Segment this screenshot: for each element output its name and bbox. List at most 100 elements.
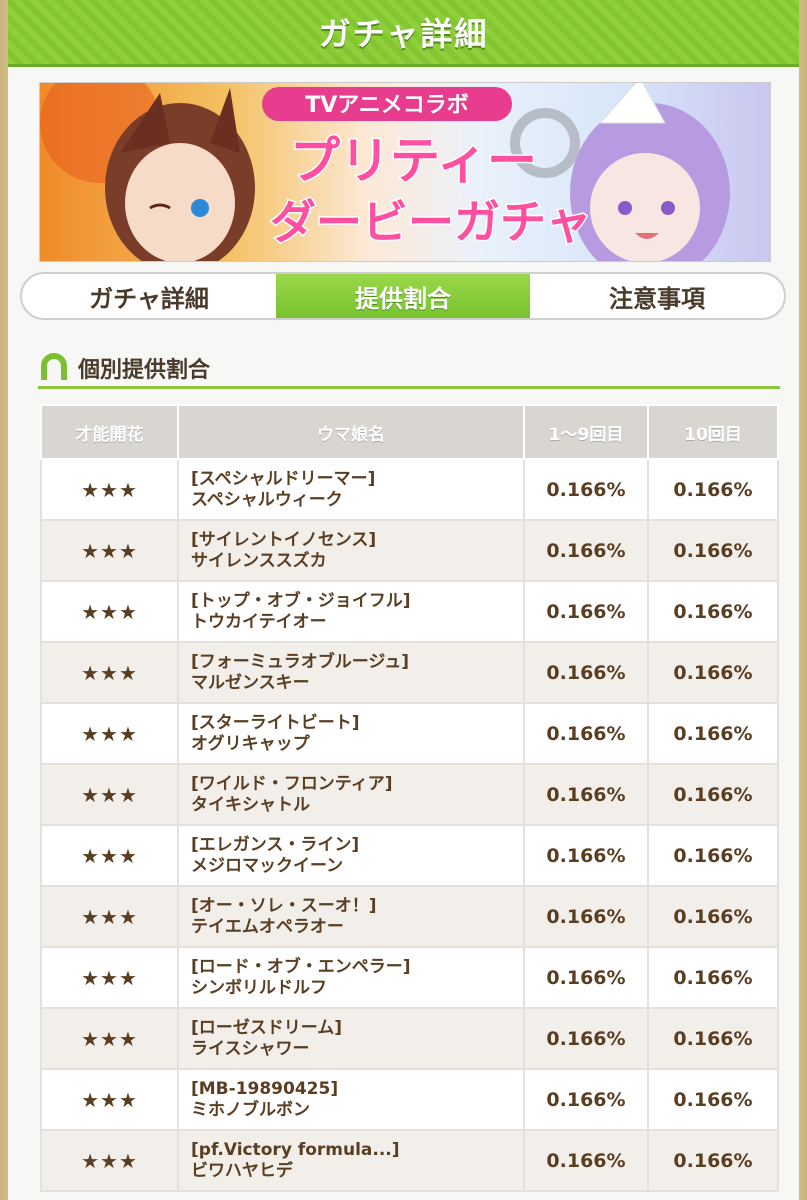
rate-1-9: 0.166% [523, 824, 649, 887]
outfit-name: [フォーミュラオブルージュ] [191, 651, 410, 672]
rate-10: 0.166% [647, 519, 779, 582]
rarity-stars: ★★★ [40, 702, 179, 765]
rate-10: 0.166% [647, 763, 779, 826]
rarity-stars: ★★★ [40, 946, 179, 1009]
character-cell: [スペシャルドリーマー] スペシャルウィーク [177, 458, 525, 521]
table-row: ★★★ [サイレントイノセンス] サイレンススズカ 0.166% 0.166% [40, 519, 779, 582]
character-cell: [トップ・オブ・ジョイフル] トウカイテイオー [177, 580, 525, 643]
col-header-rarity: 才能開花 [40, 404, 179, 460]
rate-10: 0.166% [647, 1007, 779, 1070]
rates-table: 才能開花 ウマ娘名 1～9回目 10回目 ★★★ [スペシャルドリーマー] スペシャ… [40, 404, 779, 1192]
outfit-name: [オー・ソレ・スーオ！] [191, 895, 377, 916]
outfit-name: [ロード・オブ・エンペラー] [191, 956, 411, 977]
rarity-stars: ★★★ [40, 1068, 179, 1131]
rate-1-9: 0.166% [523, 946, 649, 1009]
col-header-rate-1-9: 1～9回目 [523, 404, 649, 460]
character-cell: [ロード・オブ・エンペラー] シンボリルドルフ [177, 946, 525, 1009]
rarity-stars: ★★★ [40, 885, 179, 948]
col-header-rate-10: 10回目 [647, 404, 779, 460]
banner-title-line1: プリティー [290, 132, 537, 190]
table-row: ★★★ [pf.Victory formula...] ビワハヤヒデ 0.166% 0.… [40, 1129, 779, 1192]
col-header-name: ウマ娘名 [177, 404, 525, 460]
outfit-name: [pf.Victory formula...] [191, 1139, 400, 1160]
character-name: タイキシャトル [191, 794, 310, 815]
table-row: ★★★ [スペシャルドリーマー] スペシャルウィーク 0.166% 0.166% [40, 458, 779, 521]
rate-1-9: 0.166% [523, 580, 649, 643]
rate-10: 0.166% [647, 702, 779, 765]
table-row: ★★★ [エレガンス・ライン] メジロマックイーン 0.166% 0.166% [40, 824, 779, 887]
character-cell: [ローゼスドリーム] ライスシャワー [177, 1007, 525, 1070]
rate-10: 0.166% [647, 1129, 779, 1192]
rate-10: 0.166% [647, 458, 779, 521]
character-name: サイレンススズカ [191, 550, 327, 571]
rate-10: 0.166% [647, 946, 779, 1009]
banner-art: TVアニメコラボ プリティー ダービーガチャ [40, 83, 730, 261]
character-name: ライスシャワー [191, 1038, 310, 1059]
rate-1-9: 0.166% [523, 1068, 649, 1131]
outfit-name: [ワイルド・フロンティア] [191, 773, 393, 794]
rarity-stars: ★★★ [40, 458, 179, 521]
page-title: ガチャ詳細 [318, 15, 489, 53]
tab-rates[interactable]: 提供割合 [276, 274, 530, 318]
rate-1-9: 0.166% [523, 702, 649, 765]
rarity-stars: ★★★ [40, 580, 179, 643]
outfit-name: [MB-19890425] [191, 1078, 339, 1099]
character-name: ビワハヤヒデ [191, 1160, 293, 1181]
rate-10: 0.166% [647, 824, 779, 887]
banner-tag: TVアニメコラボ [305, 93, 469, 118]
table-row: ★★★ [MB-19890425] ミホノブルボン 0.166% 0.166% [40, 1068, 779, 1131]
character-name: トウカイテイオー [191, 611, 327, 632]
rarity-stars: ★★★ [40, 763, 179, 826]
section-header: 個別提供割合 [38, 350, 780, 389]
table-row: ★★★ [ロード・オブ・エンペラー] シンボリルドルフ 0.166% 0.166% [40, 946, 779, 1009]
table-row: ★★★ [ローゼスドリーム] ライスシャワー 0.166% 0.166% [40, 1007, 779, 1070]
tab-bar: ガチャ詳細 提供割合 注意事項 [20, 272, 786, 320]
outfit-name: [エレガンス・ライン] [191, 834, 360, 855]
table-row: ★★★ [オー・ソレ・スーオ！] テイエムオペラオー 0.166% 0.166% [40, 885, 779, 948]
rate-1-9: 0.166% [523, 641, 649, 704]
rate-1-9: 0.166% [523, 458, 649, 521]
character-cell: [スターライトビート] オグリキャップ [177, 702, 525, 765]
outfit-name: [ローゼスドリーム] [191, 1017, 343, 1038]
rate-1-9: 0.166% [523, 519, 649, 582]
rate-10: 0.166% [647, 641, 779, 704]
rate-10: 0.166% [647, 885, 779, 948]
character-name: スペシャルウィーク [191, 489, 343, 510]
rarity-stars: ★★★ [40, 1129, 179, 1192]
rarity-stars: ★★★ [40, 641, 179, 704]
rate-1-9: 0.166% [523, 885, 649, 948]
character-cell: [オー・ソレ・スーオ！] テイエムオペラオー [177, 885, 525, 948]
rate-1-9: 0.166% [523, 1129, 649, 1192]
tab-notes[interactable]: 注意事項 [530, 274, 784, 318]
banner-title-line2: ダービーガチャ [270, 195, 592, 249]
table-row: ★★★ [トップ・オブ・ジョイフル] トウカイテイオー 0.166% 0.166% [40, 580, 779, 643]
horseshoe-icon [41, 353, 67, 380]
character-cell: [フォーミュラオブルージュ] マルゼンスキー [177, 641, 525, 704]
gacha-banner: TVアニメコラボ プリティー ダービーガチャ [39, 82, 771, 262]
character-cell: [pf.Victory formula...] ビワハヤヒデ [177, 1129, 525, 1192]
character-name: オグリキャップ [191, 733, 310, 754]
character-cell: [MB-19890425] ミホノブルボン [177, 1068, 525, 1131]
rarity-stars: ★★★ [40, 1007, 179, 1070]
header-bar: ガチャ詳細 [8, 0, 799, 67]
character-cell: [エレガンス・ライン] メジロマックイーン [177, 824, 525, 887]
character-name: メジロマックイーン [191, 855, 344, 876]
rate-1-9: 0.166% [523, 763, 649, 826]
character-cell: [サイレントイノセンス] サイレンススズカ [177, 519, 525, 582]
table-row: ★★★ [ワイルド・フロンティア] タイキシャトル 0.166% 0.166% [40, 763, 779, 826]
outfit-name: [スペシャルドリーマー] [191, 468, 376, 489]
outfit-name: [サイレントイノセンス] [191, 529, 377, 550]
character-cell: [ワイルド・フロンティア] タイキシャトル [177, 763, 525, 826]
gacha-detail-panel: ガチャ詳細 TVアニメコラボ プリティー ダービーガチャ ガチャ詳細 提供割合 … [8, 0, 799, 1200]
table-row: ★★★ [スターライトビート] オグリキャップ 0.166% 0.166% [40, 702, 779, 765]
table-row: ★★★ [フォーミュラオブルージュ] マルゼンスキー 0.166% 0.166% [40, 641, 779, 704]
tab-gacha-detail[interactable]: ガチャ詳細 [22, 274, 276, 318]
table-header-row: 才能開花 ウマ娘名 1～9回目 10回目 [40, 404, 779, 460]
rarity-stars: ★★★ [40, 519, 179, 582]
rate-10: 0.166% [647, 1068, 779, 1131]
rate-10: 0.166% [647, 580, 779, 643]
rate-1-9: 0.166% [523, 1007, 649, 1070]
outfit-name: [スターライトビート] [191, 712, 360, 733]
character-name: テイエムオペラオー [191, 916, 344, 937]
outfit-name: [トップ・オブ・ジョイフル] [191, 590, 411, 611]
